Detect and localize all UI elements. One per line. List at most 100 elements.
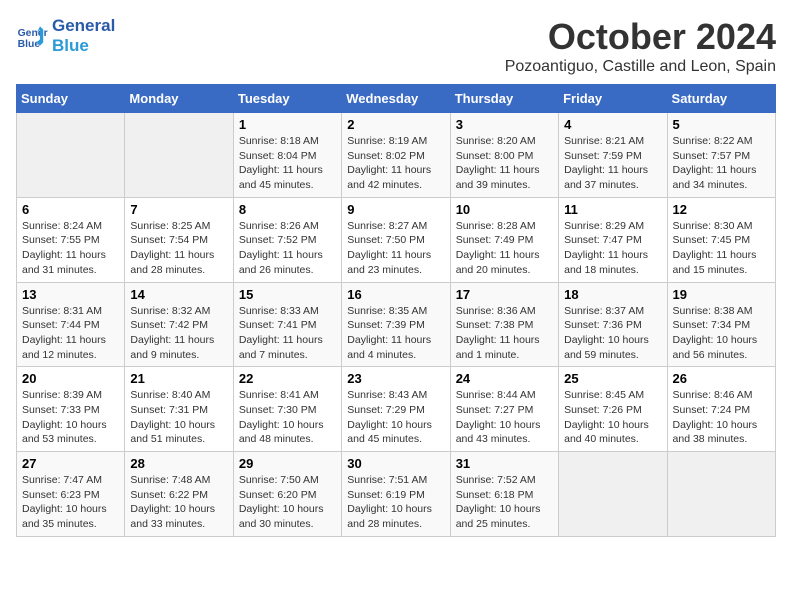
- day-cell: 3Sunrise: 8:20 AM Sunset: 8:00 PM Daylig…: [450, 113, 558, 198]
- day-cell: 30 Sunrise: 7:51 AM Sunset: 6:19 PM Dayli…: [342, 452, 450, 537]
- day-number: 16: [347, 287, 444, 302]
- day-number: 3: [456, 117, 553, 132]
- day-info: Sunrise: 8:39 AM Sunset: 7:33 PM Dayligh…: [22, 388, 119, 447]
- day-info: Sunrise: 8:36 AM Sunset: 7:38 PM Dayligh…: [456, 304, 553, 363]
- day-info: Sunrise: 8:24 AM Sunset: 7:55 PM Dayligh…: [22, 219, 119, 278]
- day-number: 27: [22, 456, 119, 471]
- week-row-3: 13 Sunrise: 8:31 AM Sunset: 7:44 PM Dayli…: [17, 282, 776, 367]
- day-number: 22: [239, 371, 336, 386]
- day-info: Sunrise: 8:27 AM Sunset: 7:50 PM Dayligh…: [347, 219, 444, 278]
- day-info: Sunrise: 8:22 AM Sunset: 7:57 PM Dayligh…: [673, 134, 770, 193]
- day-cell: 7 Sunrise: 8:25 AM Sunset: 7:54 PM Daylig…: [125, 197, 233, 282]
- day-number: 20: [22, 371, 119, 386]
- day-number: 19: [673, 287, 770, 302]
- day-info: Sunrise: 8:32 AM Sunset: 7:42 PM Dayligh…: [130, 304, 227, 363]
- day-cell: 26 Sunrise: 8:46 AM Sunset: 7:24 PM Dayli…: [667, 367, 775, 452]
- col-header-monday: Monday: [125, 85, 233, 113]
- col-header-wednesday: Wednesday: [342, 85, 450, 113]
- day-cell: 22 Sunrise: 8:41 AM Sunset: 7:30 PM Dayli…: [233, 367, 341, 452]
- day-info: Sunrise: 8:46 AM Sunset: 7:24 PM Dayligh…: [673, 388, 770, 447]
- month-title: October 2024: [505, 16, 776, 58]
- day-number: 23: [347, 371, 444, 386]
- day-cell: 11Sunrise: 8:29 AM Sunset: 7:47 PM Dayli…: [559, 197, 667, 282]
- day-number: 21: [130, 371, 227, 386]
- day-cell: 17 Sunrise: 8:36 AM Sunset: 7:38 PM Dayli…: [450, 282, 558, 367]
- day-number: 29: [239, 456, 336, 471]
- day-info: Sunrise: 8:26 AM Sunset: 7:52 PM Dayligh…: [239, 219, 336, 278]
- day-number: 17: [456, 287, 553, 302]
- day-cell: 2Sunrise: 8:19 AM Sunset: 8:02 PM Daylig…: [342, 113, 450, 198]
- day-number: 11: [564, 202, 661, 217]
- week-row-2: 6 Sunrise: 8:24 AM Sunset: 7:55 PM Daylig…: [17, 197, 776, 282]
- svg-text:General: General: [18, 28, 48, 39]
- day-number: 15: [239, 287, 336, 302]
- day-info: Sunrise: 8:45 AM Sunset: 7:26 PM Dayligh…: [564, 388, 661, 447]
- day-info: Sunrise: 8:38 AM Sunset: 7:34 PM Dayligh…: [673, 304, 770, 363]
- day-info: Sunrise: 8:31 AM Sunset: 7:44 PM Dayligh…: [22, 304, 119, 363]
- day-cell: 9 Sunrise: 8:27 AM Sunset: 7:50 PM Daylig…: [342, 197, 450, 282]
- day-number: 6: [22, 202, 119, 217]
- day-info: Sunrise: 8:30 AM Sunset: 7:45 PM Dayligh…: [673, 219, 770, 278]
- day-number: 31: [456, 456, 553, 471]
- logo-icon: General Blue: [16, 20, 48, 52]
- day-cell: 19 Sunrise: 8:38 AM Sunset: 7:34 PM Dayli…: [667, 282, 775, 367]
- day-info: Sunrise: 8:19 AM Sunset: 8:02 PM Dayligh…: [347, 134, 444, 193]
- day-info: Sunrise: 8:25 AM Sunset: 7:54 PM Dayligh…: [130, 219, 227, 278]
- day-cell: 8 Sunrise: 8:26 AM Sunset: 7:52 PM Daylig…: [233, 197, 341, 282]
- day-cell: 28 Sunrise: 7:48 AM Sunset: 6:22 PM Dayli…: [125, 452, 233, 537]
- day-number: 9: [347, 202, 444, 217]
- day-number: 30: [347, 456, 444, 471]
- day-cell: [559, 452, 667, 537]
- col-header-tuesday: Tuesday: [233, 85, 341, 113]
- day-cell: 21 Sunrise: 8:40 AM Sunset: 7:31 PM Dayli…: [125, 367, 233, 452]
- day-number: 7: [130, 202, 227, 217]
- day-number: 26: [673, 371, 770, 386]
- day-number: 5: [673, 117, 770, 132]
- day-info: Sunrise: 7:48 AM Sunset: 6:22 PM Dayligh…: [130, 473, 227, 532]
- day-info: Sunrise: 8:37 AM Sunset: 7:36 PM Dayligh…: [564, 304, 661, 363]
- day-cell: 6 Sunrise: 8:24 AM Sunset: 7:55 PM Daylig…: [17, 197, 125, 282]
- day-info: Sunrise: 8:41 AM Sunset: 7:30 PM Dayligh…: [239, 388, 336, 447]
- day-number: 13: [22, 287, 119, 302]
- day-number: 18: [564, 287, 661, 302]
- day-number: 24: [456, 371, 553, 386]
- day-cell: 10Sunrise: 8:28 AM Sunset: 7:49 PM Dayli…: [450, 197, 558, 282]
- day-cell: 15 Sunrise: 8:33 AM Sunset: 7:41 PM Dayli…: [233, 282, 341, 367]
- week-row-1: 1 Sunrise: 8:18 AM Sunset: 8:04 PM Daylig…: [17, 113, 776, 198]
- day-info: Sunrise: 8:18 AM Sunset: 8:04 PM Dayligh…: [239, 134, 336, 193]
- day-info: Sunrise: 7:47 AM Sunset: 6:23 PM Dayligh…: [22, 473, 119, 532]
- calendar-header-row: SundayMondayTuesdayWednesdayThursdayFrid…: [17, 85, 776, 113]
- week-row-5: 27 Sunrise: 7:47 AM Sunset: 6:23 PM Dayli…: [17, 452, 776, 537]
- day-cell: 14Sunrise: 8:32 AM Sunset: 7:42 PM Dayli…: [125, 282, 233, 367]
- calendar-body: 1 Sunrise: 8:18 AM Sunset: 8:04 PM Daylig…: [17, 113, 776, 537]
- day-cell: [125, 113, 233, 198]
- logo-blue: Blue: [52, 36, 115, 56]
- day-cell: [667, 452, 775, 537]
- day-cell: [17, 113, 125, 198]
- day-cell: 1 Sunrise: 8:18 AM Sunset: 8:04 PM Daylig…: [233, 113, 341, 198]
- day-cell: 25Sunrise: 8:45 AM Sunset: 7:26 PM Dayli…: [559, 367, 667, 452]
- day-number: 8: [239, 202, 336, 217]
- col-header-friday: Friday: [559, 85, 667, 113]
- day-number: 28: [130, 456, 227, 471]
- col-header-sunday: Sunday: [17, 85, 125, 113]
- day-cell: 24Sunrise: 8:44 AM Sunset: 7:27 PM Dayli…: [450, 367, 558, 452]
- page-header: General Blue General Blue October 2024 P…: [16, 16, 776, 76]
- day-info: Sunrise: 8:21 AM Sunset: 7:59 PM Dayligh…: [564, 134, 661, 193]
- day-info: Sunrise: 8:40 AM Sunset: 7:31 PM Dayligh…: [130, 388, 227, 447]
- day-cell: 23 Sunrise: 8:43 AM Sunset: 7:29 PM Dayli…: [342, 367, 450, 452]
- day-cell: 5 Sunrise: 8:22 AM Sunset: 7:57 PM Daylig…: [667, 113, 775, 198]
- day-cell: 31 Sunrise: 7:52 AM Sunset: 6:18 PM Dayli…: [450, 452, 558, 537]
- day-cell: 27 Sunrise: 7:47 AM Sunset: 6:23 PM Dayli…: [17, 452, 125, 537]
- logo: General Blue General Blue: [16, 16, 115, 57]
- day-info: Sunrise: 8:43 AM Sunset: 7:29 PM Dayligh…: [347, 388, 444, 447]
- day-number: 1: [239, 117, 336, 132]
- day-cell: 20 Sunrise: 8:39 AM Sunset: 7:33 PM Dayli…: [17, 367, 125, 452]
- calendar-table: SundayMondayTuesdayWednesdayThursdayFrid…: [16, 84, 776, 537]
- day-cell: 29Sunrise: 7:50 AM Sunset: 6:20 PM Dayli…: [233, 452, 341, 537]
- day-info: Sunrise: 7:51 AM Sunset: 6:19 PM Dayligh…: [347, 473, 444, 532]
- day-cell: 4Sunrise: 8:21 AM Sunset: 7:59 PM Daylig…: [559, 113, 667, 198]
- day-info: Sunrise: 7:52 AM Sunset: 6:18 PM Dayligh…: [456, 473, 553, 532]
- day-info: Sunrise: 8:33 AM Sunset: 7:41 PM Dayligh…: [239, 304, 336, 363]
- title-block: October 2024 Pozoantiguo, Castille and L…: [505, 16, 776, 76]
